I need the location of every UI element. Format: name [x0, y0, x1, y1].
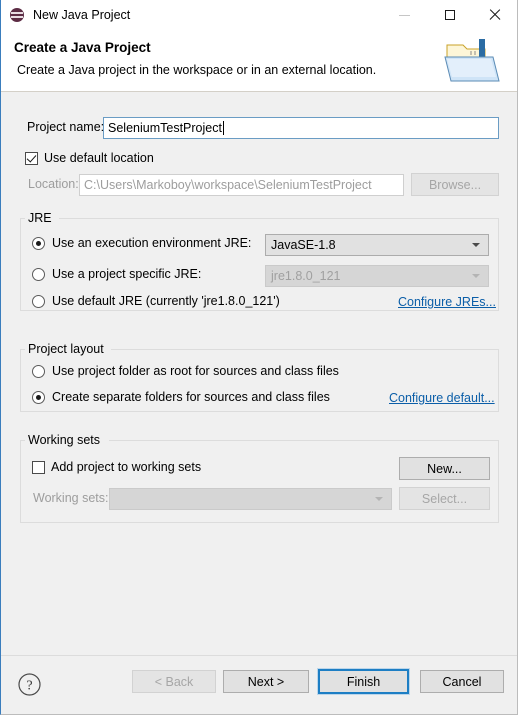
dialog-header: Create a Java Project Create a Java proj…: [1, 30, 517, 92]
layout-option-separate-folders[interactable]: Create separate folders for sources and …: [32, 390, 330, 404]
layout-project-folder-radio[interactable]: [32, 364, 45, 378]
jre-option-default[interactable]: Use default JRE (currently 'jre1.8.0_121…: [32, 294, 280, 308]
working-sets-label: Working sets:: [33, 491, 109, 505]
layout-project-folder-label: Use project folder as root for sources a…: [52, 364, 339, 378]
jre-group-legend: JRE: [25, 211, 56, 225]
window-title: New Java Project: [33, 8, 131, 22]
configure-default-link[interactable]: Configure default...: [389, 391, 495, 405]
new-java-project-dialog: New Java Project Create a Java Project C…: [0, 0, 518, 715]
jre-execution-environment-radio[interactable]: [32, 236, 45, 250]
project-name-input[interactable]: SeleniumTestProject: [103, 117, 499, 139]
eclipse-logo-icon: [10, 7, 26, 23]
close-button[interactable]: [472, 0, 517, 30]
minimize-button[interactable]: [382, 0, 427, 30]
text-caret: [222, 121, 224, 135]
project-name-value: SeleniumTestProject: [108, 121, 222, 135]
working-sets-group: [20, 440, 499, 523]
page-title: Create a Java Project: [14, 40, 151, 55]
location-value: C:\Users\Markoboy\workspace\SeleniumTest…: [84, 178, 372, 192]
layout-separate-folders-radio[interactable]: [32, 390, 45, 404]
project-specific-jre-value: jre1.8.0_121: [271, 269, 341, 283]
select-working-set-button: Select...: [399, 487, 490, 510]
close-icon: [489, 9, 501, 21]
configure-jres-link[interactable]: Configure JREs...: [398, 295, 496, 309]
project-specific-jre-combo: jre1.8.0_121: [265, 265, 489, 287]
new-working-set-button[interactable]: New...: [399, 457, 490, 480]
jre-option-project-specific[interactable]: Use a project specific JRE:: [32, 267, 201, 281]
location-row: Location:: [28, 177, 79, 191]
maximize-icon: [444, 10, 455, 20]
title-bar: New Java Project: [1, 0, 517, 30]
jre-option-execution-environment[interactable]: Use an execution environment JRE:: [32, 236, 251, 250]
chevron-down-icon: [472, 274, 480, 278]
back-button: < Back: [132, 670, 216, 693]
finish-button[interactable]: Finish: [317, 668, 410, 695]
svg-text:?: ?: [26, 679, 32, 694]
working-sets-select-row: Working sets:: [33, 491, 109, 505]
dialog-footer: ? < Back Next > Finish Cancel: [1, 655, 517, 714]
layout-separate-folders-label: Create separate folders for sources and …: [52, 390, 330, 404]
jre-default-radio[interactable]: [32, 294, 45, 308]
minimize-icon: [399, 14, 410, 16]
layout-option-project-folder[interactable]: Use project folder as root for sources a…: [32, 364, 339, 378]
page-description: Create a Java project in the workspace o…: [17, 63, 377, 77]
java-project-folder-icon: [441, 33, 503, 89]
location-input: C:\Users\Markoboy\workspace\SeleniumTest…: [79, 174, 404, 196]
execution-environment-combo[interactable]: JavaSE-1.8: [265, 234, 489, 256]
add-to-working-sets-checkbox[interactable]: [32, 460, 45, 474]
use-default-location-row[interactable]: Use default location: [25, 151, 154, 165]
project-name-row: Project name:: [27, 120, 104, 134]
jre-execution-environment-label: Use an execution environment JRE:: [52, 236, 252, 250]
browse-button: Browse...: [411, 173, 499, 196]
dialog-body: Project name: SeleniumTestProject Use de…: [1, 92, 517, 655]
cancel-button[interactable]: Cancel: [420, 670, 504, 693]
chevron-down-icon: [472, 243, 480, 247]
project-layout-group-legend: Project layout: [25, 342, 108, 356]
add-to-working-sets-row[interactable]: Add project to working sets: [32, 460, 201, 474]
use-default-location-label: Use default location: [44, 151, 154, 165]
maximize-button[interactable]: [427, 0, 472, 30]
next-button[interactable]: Next >: [223, 670, 309, 693]
working-sets-combo: [109, 488, 392, 510]
jre-project-specific-label: Use a project specific JRE:: [52, 267, 202, 281]
help-question-icon[interactable]: ?: [17, 672, 42, 697]
execution-environment-value: JavaSE-1.8: [271, 238, 336, 252]
working-sets-group-legend: Working sets: [25, 433, 105, 447]
jre-default-label: Use default JRE (currently 'jre1.8.0_121…: [52, 294, 280, 308]
location-label: Location:: [28, 177, 79, 191]
jre-project-specific-radio[interactable]: [32, 267, 45, 281]
project-name-label: Project name:: [27, 120, 105, 134]
use-default-location-checkbox[interactable]: [25, 151, 38, 165]
add-to-working-sets-label: Add project to working sets: [51, 460, 202, 474]
window-controls: [382, 0, 517, 30]
chevron-down-icon: [375, 497, 383, 501]
